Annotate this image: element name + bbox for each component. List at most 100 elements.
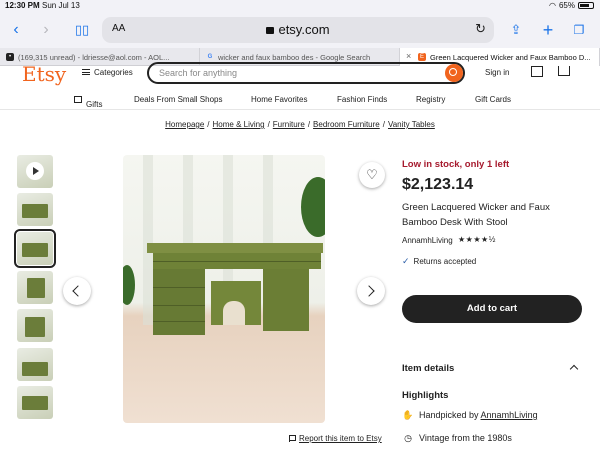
favorite-button[interactable]: ♡ bbox=[359, 162, 385, 188]
sign-in-link[interactable]: Sign in bbox=[485, 68, 509, 77]
browser-toolbar: ‹ › ▯▯ AA etsy.com ↻ ⇪ + ❐ bbox=[0, 12, 600, 48]
thumbnail-desk-image bbox=[22, 362, 48, 376]
status-time: 12:30 PM bbox=[5, 1, 40, 10]
curtain-shape bbox=[143, 155, 153, 325]
item-details-toggle[interactable]: Item details bbox=[402, 363, 454, 374]
tab-label: (169,315 unread) - ldriesse@aol.com - AO… bbox=[18, 53, 170, 62]
thumbnail-desk-image bbox=[25, 317, 45, 337]
breadcrumb-bedroom-furniture[interactable]: Bedroom Furniture bbox=[313, 120, 380, 129]
thumbnail-desk-image bbox=[22, 243, 48, 257]
check-icon: ✓ bbox=[402, 256, 410, 266]
breadcrumb-homepage[interactable]: Homepage bbox=[165, 120, 204, 129]
nav-item-fashion-finds[interactable]: Fashion Finds bbox=[337, 95, 387, 104]
breadcrumb-separator: / bbox=[307, 120, 311, 129]
next-image-button[interactable] bbox=[357, 277, 385, 305]
nav-item-gifts[interactable]: Gifts bbox=[74, 95, 102, 109]
cart-icon[interactable] bbox=[558, 66, 570, 76]
thumbnail-desk-image bbox=[22, 204, 48, 218]
search-icon[interactable] bbox=[445, 64, 463, 82]
search-bar[interactable]: Search for anything bbox=[147, 62, 465, 84]
thumbnail-image[interactable] bbox=[17, 348, 53, 381]
category-nav: Gifts Deals From Small Shops Home Favori… bbox=[0, 90, 600, 110]
forward-icon[interactable]: › bbox=[36, 20, 56, 40]
highlight-handpicked: ✋ Handpicked by AnnamhLiving bbox=[402, 410, 538, 421]
battery-icon bbox=[578, 2, 594, 9]
product-main-image[interactable] bbox=[123, 155, 325, 423]
search-placeholder[interactable]: Search for anything bbox=[159, 68, 237, 78]
hand-icon: ✋ bbox=[402, 410, 414, 420]
breadcrumb-vanity-tables[interactable]: Vanity Tables bbox=[388, 120, 435, 129]
aol-favicon-icon: • bbox=[6, 53, 14, 61]
thumbnail-video[interactable] bbox=[17, 155, 53, 188]
highlight-prefix: Handpicked by bbox=[419, 410, 481, 420]
nav-item-home-favorites[interactable]: Home Favorites bbox=[251, 95, 307, 104]
thumbnail-desk-image bbox=[22, 396, 48, 410]
back-icon[interactable]: ‹ bbox=[6, 20, 26, 40]
clock-icon: ◷ bbox=[404, 433, 412, 443]
breadcrumb-separator: / bbox=[207, 120, 210, 129]
nav-item-registry[interactable]: Registry bbox=[416, 95, 445, 104]
address-bar[interactable]: AA etsy.com ↻ bbox=[102, 17, 494, 43]
status-date: Sun Jul 13 bbox=[42, 1, 80, 10]
highlights-heading: Highlights bbox=[402, 390, 449, 401]
chevron-up-icon[interactable] bbox=[569, 364, 579, 374]
highlight-shop-link[interactable]: AnnamhLiving bbox=[481, 410, 538, 420]
breadcrumb-home-living[interactable]: Home & Living bbox=[213, 120, 265, 129]
categories-label: Categories bbox=[94, 68, 133, 77]
tab-overview-icon[interactable]: ❐ bbox=[569, 20, 589, 40]
highlight-vintage: ◷ Vintage from the 1980s bbox=[402, 433, 512, 444]
gift-icon[interactable] bbox=[531, 66, 543, 77]
heart-icon: ♡ bbox=[366, 167, 378, 182]
report-item-link[interactable]: Report this item to Etsy bbox=[289, 434, 382, 443]
desk-drawers-shape bbox=[153, 269, 205, 335]
chevron-right-icon bbox=[363, 285, 375, 297]
status-right: ◠ 65% bbox=[549, 1, 594, 10]
plant-shape bbox=[301, 177, 325, 237]
thumbnail-image[interactable] bbox=[17, 386, 53, 419]
report-label: Report this item to Etsy bbox=[299, 434, 382, 443]
desk-cabinet-shape bbox=[263, 269, 309, 331]
etsy-logo[interactable]: Etsy bbox=[22, 62, 66, 86]
breadcrumb-separator: / bbox=[267, 120, 270, 129]
rating-stars[interactable]: ★★★★½ bbox=[458, 235, 496, 244]
desk-top-shape bbox=[147, 243, 323, 253]
drawer-line bbox=[153, 287, 205, 288]
close-tab-icon[interactable]: × bbox=[406, 51, 411, 61]
url-display[interactable]: etsy.com bbox=[102, 22, 494, 37]
drawer-line bbox=[153, 305, 205, 306]
bookmarks-icon[interactable]: ▯▯ bbox=[72, 20, 92, 40]
categories-button[interactable]: Categories bbox=[82, 68, 133, 77]
share-icon[interactable]: ⇪ bbox=[506, 20, 526, 40]
nav-item-gift-cards[interactable]: Gift Cards bbox=[475, 95, 511, 104]
drawer-line bbox=[153, 261, 321, 262]
product-title: Green Lacquered Wicker and Faux Bamboo D… bbox=[402, 202, 550, 228]
etsy-favicon-icon: E bbox=[418, 53, 426, 61]
url-text: etsy.com bbox=[278, 22, 330, 37]
nav-item-deals[interactable]: Deals From Small Shops bbox=[134, 95, 222, 104]
flag-icon bbox=[289, 435, 296, 442]
returns-label: Returns accepted bbox=[413, 257, 477, 266]
thumbnail-image[interactable] bbox=[17, 271, 53, 304]
thumbnail-image[interactable] bbox=[17, 193, 53, 226]
status-bar: 12:30 PM Sun Jul 13 ◠ 65% bbox=[0, 0, 600, 12]
gift-box-icon bbox=[74, 96, 82, 103]
breadcrumb-furniture[interactable]: Furniture bbox=[273, 120, 305, 129]
highlight-label: Vintage from the 1980s bbox=[419, 433, 512, 443]
thumbnail-image[interactable] bbox=[17, 309, 53, 342]
play-icon bbox=[26, 162, 44, 180]
add-to-cart-button[interactable]: Add to cart bbox=[402, 295, 582, 323]
drawer-line bbox=[153, 321, 205, 322]
thumbnail-image-selected[interactable] bbox=[14, 229, 56, 268]
shop-name-link[interactable]: AnnamhLiving bbox=[402, 236, 453, 245]
breadcrumb-separator: / bbox=[382, 120, 385, 129]
nav-label: Gifts bbox=[86, 100, 103, 109]
new-tab-icon[interactable]: + bbox=[538, 20, 558, 40]
tab-label: Green Lacquered Wicker and Faux Bamboo D… bbox=[430, 53, 591, 62]
stock-notice: Low in stock, only 1 left bbox=[402, 159, 510, 170]
reload-icon[interactable]: ↻ bbox=[475, 21, 486, 37]
menu-icon bbox=[82, 69, 90, 75]
previous-image-button[interactable] bbox=[63, 277, 91, 305]
plant-shape bbox=[123, 265, 135, 305]
battery-percent: 65% bbox=[558, 1, 575, 10]
lock-icon bbox=[266, 27, 275, 34]
